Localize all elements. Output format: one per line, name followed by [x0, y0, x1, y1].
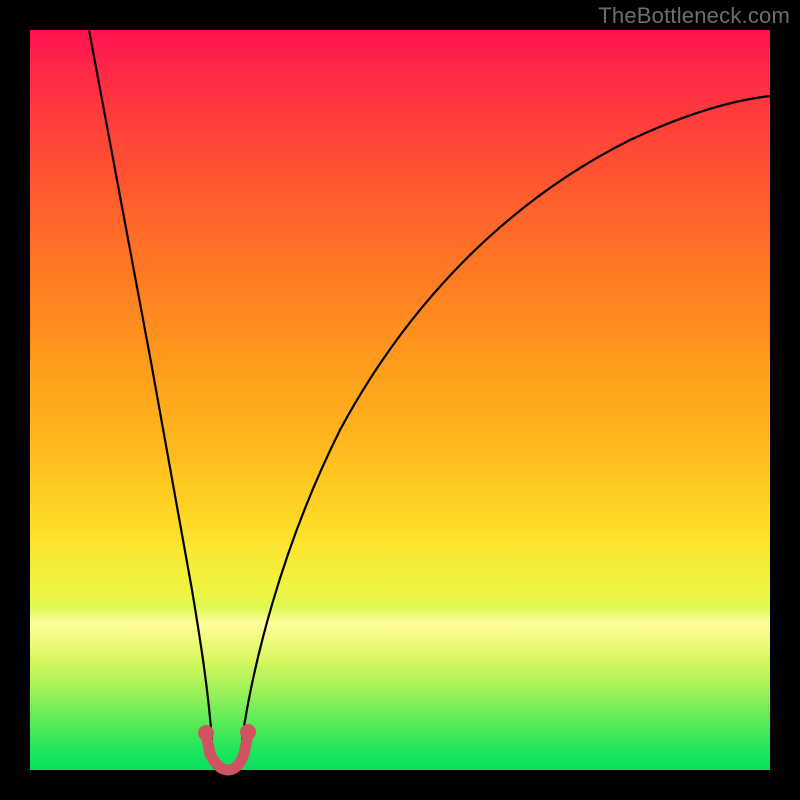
marker-right — [240, 724, 256, 740]
watermark-text: TheBottleneck.com — [598, 3, 790, 29]
bottom-u-connector — [206, 734, 248, 770]
curve-left-branch — [89, 30, 212, 740]
chart-frame: TheBottleneck.com — [0, 0, 800, 800]
curve-right-branch — [242, 96, 770, 740]
marker-left — [198, 725, 214, 741]
chart-svg — [30, 30, 770, 770]
